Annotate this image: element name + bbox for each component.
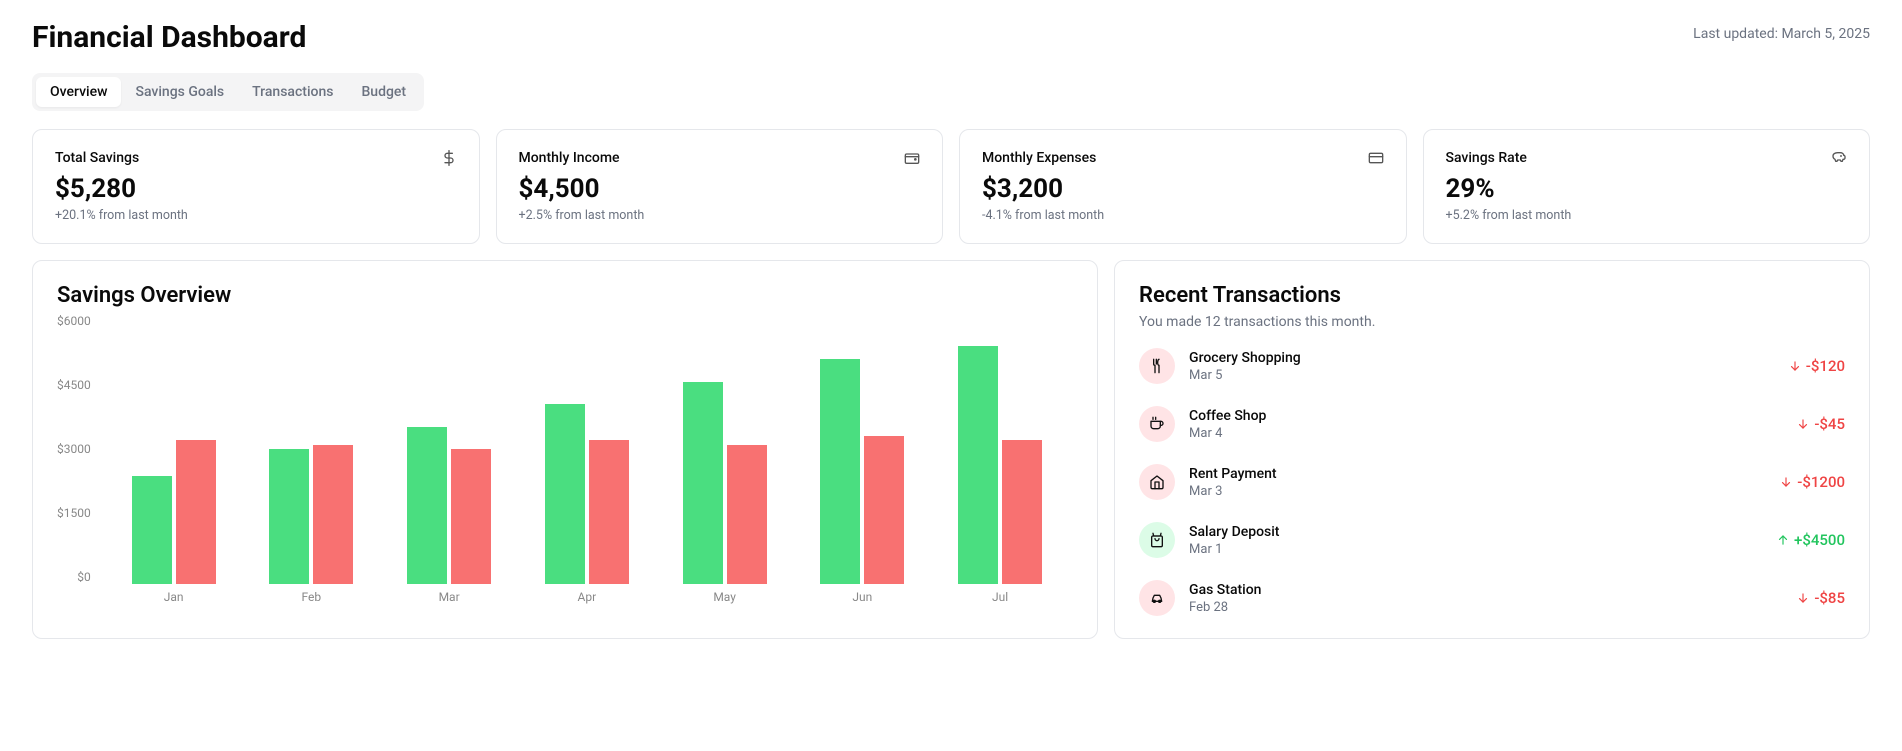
transaction-date: Mar 5 — [1189, 368, 1774, 383]
bar-expenses-jun — [864, 436, 904, 585]
card-value: $5,280 — [55, 174, 457, 204]
y-tick-label: $6000 — [57, 314, 91, 328]
transaction-row: Salary Deposit Mar 1 +$4500 — [1139, 522, 1845, 558]
transaction-date: Feb 28 — [1189, 600, 1782, 615]
credit-card-icon — [1368, 150, 1384, 166]
card-delta: +20.1% from last month — [55, 208, 457, 223]
bar-group-jul — [958, 346, 1042, 584]
transaction-amount: -$1200 — [1779, 473, 1845, 491]
bar-group-jan — [132, 440, 216, 584]
arrow-down-icon — [1779, 475, 1793, 489]
tab-transactions[interactable]: Transactions — [238, 77, 347, 107]
recent-transactions-panel: Recent Transactions You made 12 transact… — [1114, 260, 1870, 639]
bar-expenses-feb — [313, 445, 353, 585]
transaction-amount: -$120 — [1788, 357, 1845, 375]
bar-income-apr — [545, 404, 585, 584]
coffee-icon — [1139, 406, 1175, 442]
arrow-down-icon — [1788, 359, 1802, 373]
card-label: Total Savings — [55, 150, 139, 166]
home-icon — [1139, 464, 1175, 500]
transaction-row: Rent Payment Mar 3 -$1200 — [1139, 464, 1845, 500]
tabs: OverviewSavings GoalsTransactionsBudget — [32, 73, 424, 111]
arrow-down-icon — [1796, 591, 1810, 605]
page-title: Financial Dashboard — [32, 20, 306, 55]
transaction-row: Coffee Shop Mar 4 -$45 — [1139, 406, 1845, 442]
card-value: 29% — [1446, 174, 1848, 204]
y-tick-label: $3000 — [57, 442, 91, 456]
wallet-icon — [904, 150, 920, 166]
transaction-name: Gas Station — [1189, 582, 1782, 598]
card-delta: +5.2% from last month — [1446, 208, 1848, 223]
utensils-icon — [1139, 348, 1175, 384]
last-updated: Last updated: March 5, 2025 — [1693, 26, 1870, 42]
bar-income-may — [683, 382, 723, 585]
bar-group-may — [683, 382, 767, 585]
transaction-row: Grocery Shopping Mar 5 -$120 — [1139, 348, 1845, 384]
transaction-amount: -$85 — [1796, 589, 1845, 607]
stat-card-total-savings: Total Savings $5,280 +20.1% from last mont… — [32, 129, 480, 244]
card-label: Savings Rate — [1446, 150, 1527, 166]
bar-income-jul — [958, 346, 998, 584]
transaction-name: Rent Payment — [1189, 466, 1765, 482]
card-label: Monthly Expenses — [982, 150, 1096, 166]
bar-income-jan — [132, 476, 172, 584]
chart-title: Savings Overview — [57, 283, 1073, 308]
bar-expenses-jul — [1002, 440, 1042, 584]
savings-overview-panel: Savings Overview $6000$4500$3000$1500$0 … — [32, 260, 1098, 639]
bar-expenses-jan — [176, 440, 216, 584]
transaction-date: Mar 1 — [1189, 542, 1762, 557]
card-value: $3,200 — [982, 174, 1384, 204]
dollar-icon — [441, 150, 457, 166]
transactions-title: Recent Transactions — [1139, 283, 1845, 308]
x-tick-label: May — [683, 590, 767, 604]
transaction-name: Salary Deposit — [1189, 524, 1762, 540]
tab-budget[interactable]: Budget — [347, 77, 420, 107]
transaction-name: Coffee Shop — [1189, 408, 1782, 424]
card-value: $4,500 — [519, 174, 921, 204]
bar-expenses-may — [727, 445, 767, 585]
x-tick-label: Jun — [820, 590, 904, 604]
tab-savings-goals[interactable]: Savings Goals — [121, 77, 238, 107]
transaction-date: Mar 4 — [1189, 426, 1782, 441]
y-tick-label: $0 — [77, 570, 91, 584]
y-tick-label: $1500 — [57, 506, 91, 520]
x-tick-label: Mar — [407, 590, 491, 604]
transaction-name: Grocery Shopping — [1189, 350, 1774, 366]
bar-group-feb — [269, 445, 353, 585]
card-delta: +2.5% from last month — [519, 208, 921, 223]
card-delta: -4.1% from last month — [982, 208, 1384, 223]
bar-group-apr — [545, 404, 629, 584]
stat-card-savings-rate: Savings Rate 29% +5.2% from last month — [1423, 129, 1871, 244]
x-tick-label: Feb — [269, 590, 353, 604]
bar-group-jun — [820, 359, 904, 584]
bar-income-jun — [820, 359, 860, 584]
x-tick-label: Apr — [545, 590, 629, 604]
arrow-down-icon — [1796, 417, 1810, 431]
bar-income-feb — [269, 449, 309, 584]
card-label: Monthly Income — [519, 150, 620, 166]
transaction-amount: +$4500 — [1776, 531, 1845, 549]
transactions-subtitle: You made 12 transactions this month. — [1139, 314, 1845, 330]
transaction-date: Mar 3 — [1189, 484, 1765, 499]
bar-expenses-apr — [589, 440, 629, 584]
transaction-amount: -$45 — [1796, 415, 1845, 433]
x-tick-label: Jan — [132, 590, 216, 604]
stat-card-monthly-expenses: Monthly Expenses $3,200 -4.1% from last mo… — [959, 129, 1407, 244]
bar-expenses-mar — [451, 449, 491, 584]
bag-icon — [1139, 522, 1175, 558]
bar-income-mar — [407, 427, 447, 585]
y-tick-label: $4500 — [57, 378, 91, 392]
tab-overview[interactable]: Overview — [36, 77, 121, 107]
x-tick-label: Jul — [958, 590, 1042, 604]
piggy-icon — [1831, 150, 1847, 166]
transaction-row: Gas Station Feb 28 -$85 — [1139, 580, 1845, 616]
stat-card-monthly-income: Monthly Income $4,500 +2.5% from last mont… — [496, 129, 944, 244]
bar-group-mar — [407, 427, 491, 585]
car-icon — [1139, 580, 1175, 616]
arrow-up-icon — [1776, 533, 1790, 547]
